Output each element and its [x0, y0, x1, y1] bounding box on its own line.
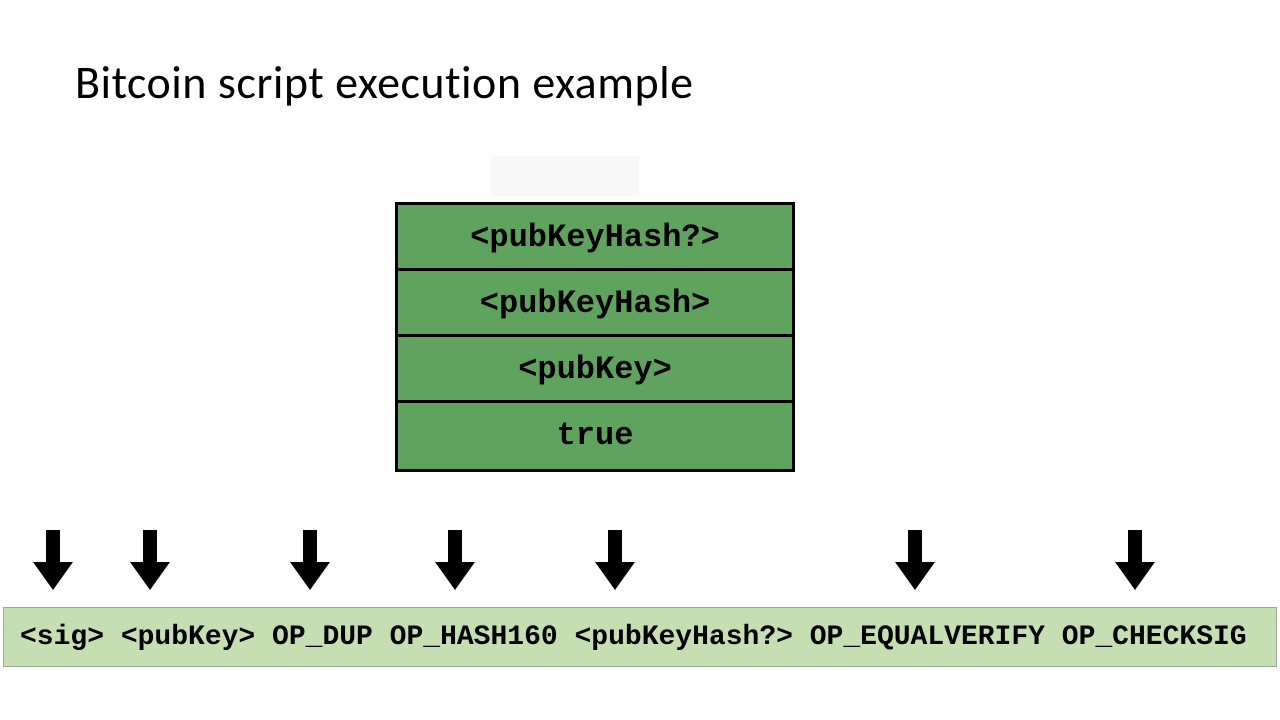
script-text: <sig> <pubKey> OP_DUP OP_HASH160 <pubKey… — [4, 622, 1247, 653]
arrow-down-icon — [895, 530, 935, 590]
small-background-rect — [491, 156, 639, 196]
arrow-down-icon — [1115, 530, 1155, 590]
script-strip: <sig> <pubKey> OP_DUP OP_HASH160 <pubKey… — [3, 607, 1277, 667]
arrow-down-icon — [290, 530, 330, 590]
arrow-down-icon — [435, 530, 475, 590]
stack-cell: <pubKeyHash> — [398, 271, 792, 337]
arrow-down-icon — [595, 530, 635, 590]
script-stack: <pubKeyHash?> <pubKeyHash> <pubKey> true — [395, 202, 795, 472]
arrow-down-icon — [130, 530, 170, 590]
stack-cell: <pubKey> — [398, 337, 792, 403]
stack-cell: true — [398, 403, 792, 469]
stack-cell: <pubKeyHash?> — [398, 205, 792, 271]
slide-title: Bitcoin script execution example — [75, 55, 694, 111]
arrow-down-icon — [33, 530, 73, 590]
